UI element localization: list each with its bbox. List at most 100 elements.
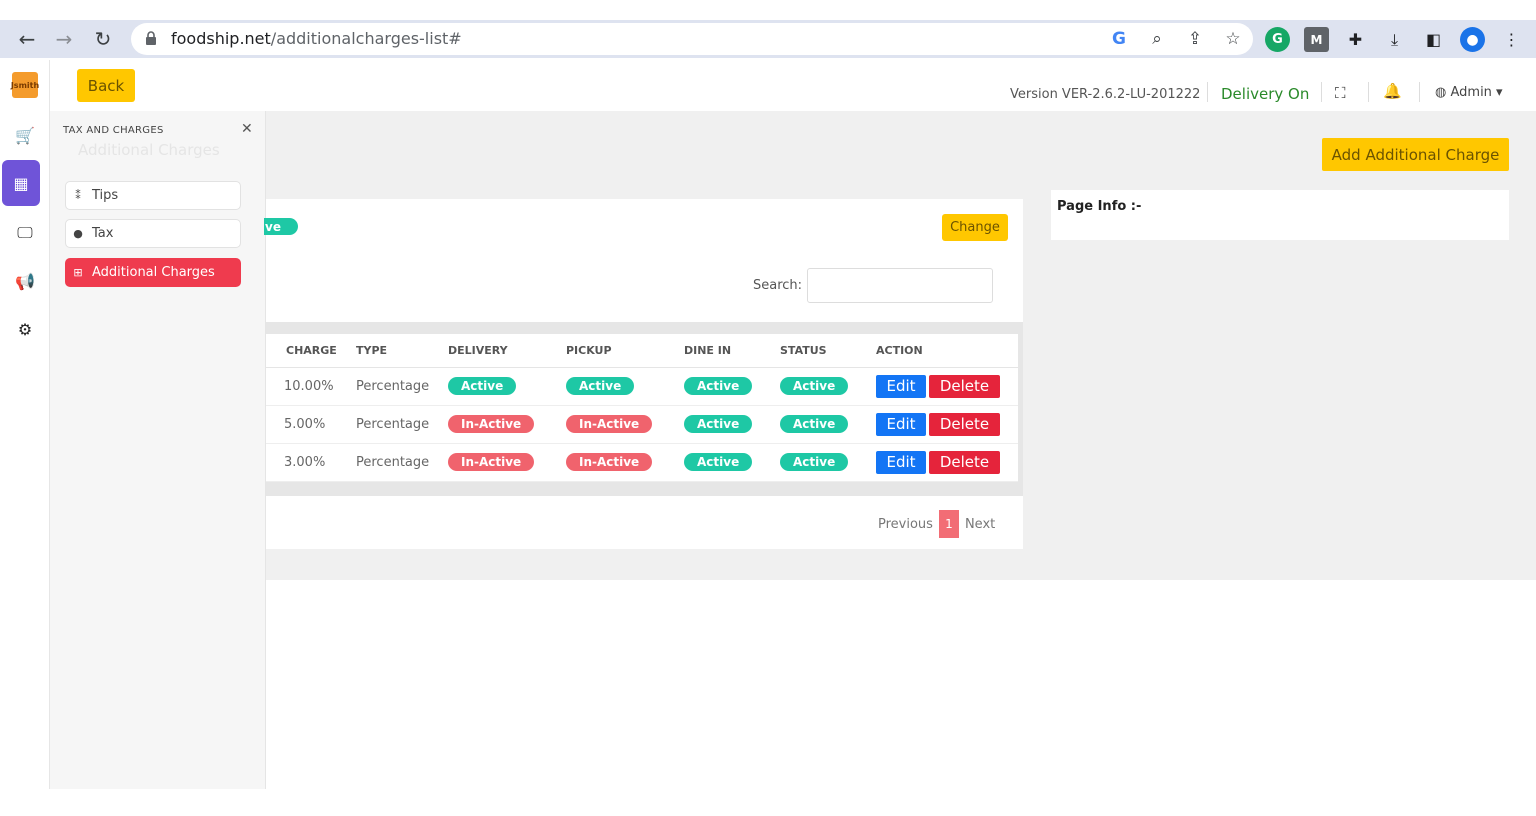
url-path: /additionalcharges-list# (270, 29, 462, 48)
grammarly-extension-icon[interactable]: G (1265, 27, 1290, 52)
status-pill[interactable]: Active (780, 377, 849, 395)
edit-button[interactable]: Edit (876, 412, 926, 436)
edit-button[interactable]: Edit (876, 450, 926, 474)
pickup-status-pill[interactable]: Active (566, 377, 635, 395)
divider (1207, 82, 1208, 102)
charge-cell: 3.00% (266, 443, 356, 482)
delivery-status[interactable]: Delivery On (1221, 85, 1309, 103)
panel-item-additional-charges[interactable]: ⊞ Additional Charges (65, 258, 241, 287)
divider (1419, 82, 1420, 102)
calculator-icon[interactable]: ▦ (2, 160, 40, 206)
version-label: Version VER-2.6.2-LU-201222 (1010, 87, 1201, 102)
browser-top-strip (0, 0, 1536, 20)
delete-button[interactable]: Delete (929, 412, 1000, 436)
next-page-link[interactable]: Next (965, 517, 995, 532)
delivery-status-pill[interactable]: In-Active (448, 415, 535, 433)
dine-in-status-pill[interactable]: Active (684, 415, 753, 433)
back-arrow-icon[interactable]: ← (8, 20, 46, 58)
page-info-label: Page Info :- (1057, 199, 1142, 214)
address-bar[interactable]: foodship.net/additionalcharges-list# G ⌕… (131, 23, 1253, 55)
add-additional-charge-button[interactable]: Add Additional Charge (1322, 138, 1509, 171)
column-header-dine-in[interactable]: DINE IN (684, 334, 780, 368)
table-header-row: CHARGE TYPE DELIVERY PICKUP DINE IN STAT… (266, 334, 1018, 368)
status-pill[interactable]: Active (780, 415, 849, 433)
divider (1321, 82, 1322, 102)
fullscreen-icon[interactable]: ⛶ (1335, 84, 1346, 102)
close-icon[interactable]: ✕ (241, 121, 253, 137)
extensions-puzzle-icon[interactable]: ✚ (1343, 27, 1368, 52)
charge-cell: 10.00% (266, 367, 356, 406)
icon-rail: Jsmith 🛒 ▦ 🖵 📢 ⚙ (0, 60, 50, 789)
pickup-status-pill[interactable]: In-Active (566, 453, 653, 471)
panel-item-tips[interactable]: ⁑ Tips (65, 181, 241, 210)
column-header-action: ACTION (876, 334, 1018, 368)
profile-avatar-icon[interactable]: ● (1460, 27, 1485, 52)
google-icon[interactable]: G (1107, 27, 1131, 51)
delete-button[interactable]: Delete (929, 374, 1000, 398)
change-button[interactable]: Change (942, 214, 1008, 241)
bell-icon[interactable]: 🔔 (1383, 82, 1402, 100)
type-cell: Percentage (356, 367, 448, 406)
tax-icon: ● (73, 227, 83, 240)
panel-item-label: Additional Charges (92, 265, 215, 280)
kebab-menu-icon[interactable]: ⋮ (1499, 27, 1524, 52)
reload-icon[interactable]: ↻ (84, 20, 122, 58)
url-domain: foodship.net (171, 29, 271, 48)
top-bar: Back Version VER-2.6.2-LU-201222 Deliver… (50, 60, 1536, 111)
delivery-status-pill[interactable]: Active (448, 377, 517, 395)
status-badge-peek: ve (264, 218, 298, 235)
side-panel-icon[interactable]: ◧ (1421, 27, 1446, 52)
table-row: 3.00% Percentage In-Active In-Active Act… (266, 443, 1018, 482)
share-icon[interactable]: ⇪ (1183, 27, 1207, 51)
panel-item-label: Tax (92, 226, 114, 241)
type-cell: Percentage (356, 443, 448, 482)
panel-title: TAX AND CHARGES (63, 125, 164, 136)
column-header-delivery[interactable]: DELIVERY (448, 334, 566, 368)
column-header-charge[interactable]: CHARGE (266, 334, 356, 368)
divider (1368, 82, 1369, 102)
panel-item-label: Tips (92, 188, 119, 203)
search-label: Search: (753, 278, 803, 293)
edit-button[interactable]: Edit (876, 374, 926, 398)
delete-button[interactable]: Delete (929, 450, 1000, 474)
bookmark-star-icon[interactable]: ☆ (1221, 27, 1245, 51)
column-header-type[interactable]: TYPE (356, 334, 448, 368)
m-extension-icon[interactable]: M (1304, 27, 1329, 52)
page-info-box: Page Info :- (1051, 190, 1509, 240)
table-row: 10.00% Percentage Active Active Active A… (266, 367, 1018, 406)
column-header-status[interactable]: STATUS (780, 334, 876, 368)
monitor-icon[interactable]: 🖵 (0, 210, 50, 256)
dine-in-status-pill[interactable]: Active (684, 377, 753, 395)
download-icon[interactable]: ⤓ (1382, 27, 1407, 52)
back-button[interactable]: Back (77, 69, 135, 102)
app-window: Jsmith 🛒 ▦ 🖵 📢 ⚙ Back Version VER-2.6.2-… (0, 60, 1536, 789)
brand-logo[interactable]: Jsmith (11, 72, 39, 98)
dine-in-status-pill[interactable]: Active (684, 453, 753, 471)
charges-table: CHARGE TYPE DELIVERY PICKUP DINE IN STAT… (266, 334, 1018, 482)
forward-arrow-icon[interactable]: → (45, 20, 83, 58)
search-input[interactable] (807, 268, 993, 303)
column-header-pickup[interactable]: PICKUP (566, 334, 684, 368)
panel-item-tax[interactable]: ● Tax (65, 219, 241, 248)
globe-icon: ◍ (1435, 85, 1451, 100)
lock-icon (146, 31, 156, 45)
url-text: foodship.net/additionalcharges-list# (171, 29, 462, 48)
tax-charges-panel: TAX AND CHARGES ✕ Additional Charges ⁑ T… (50, 111, 266, 789)
pagination: Previous 1 Next (878, 510, 995, 538)
table-row: 5.00% Percentage In-Active In-Active Act… (266, 405, 1018, 444)
cart-icon[interactable]: 🛒 (0, 112, 50, 158)
pickup-status-pill[interactable]: In-Active (566, 415, 653, 433)
zoom-icon[interactable]: ⌕ (1145, 27, 1169, 51)
type-cell: Percentage (356, 405, 448, 444)
status-pill[interactable]: Active (780, 453, 849, 471)
gear-icon[interactable]: ⚙ (0, 306, 50, 352)
previous-page-link[interactable]: Previous (878, 517, 933, 532)
ghost-page-title: Additional Charges (78, 141, 220, 159)
admin-menu[interactable]: ◍ Admin ▾ (1435, 85, 1503, 100)
delivery-status-pill[interactable]: In-Active (448, 453, 535, 471)
charge-cell: 5.00% (266, 405, 356, 444)
plus-square-icon: ⊞ (73, 266, 83, 279)
megaphone-icon[interactable]: 📢 (0, 258, 50, 304)
page-number-current[interactable]: 1 (938, 510, 959, 538)
tips-icon: ⁑ (75, 189, 81, 202)
